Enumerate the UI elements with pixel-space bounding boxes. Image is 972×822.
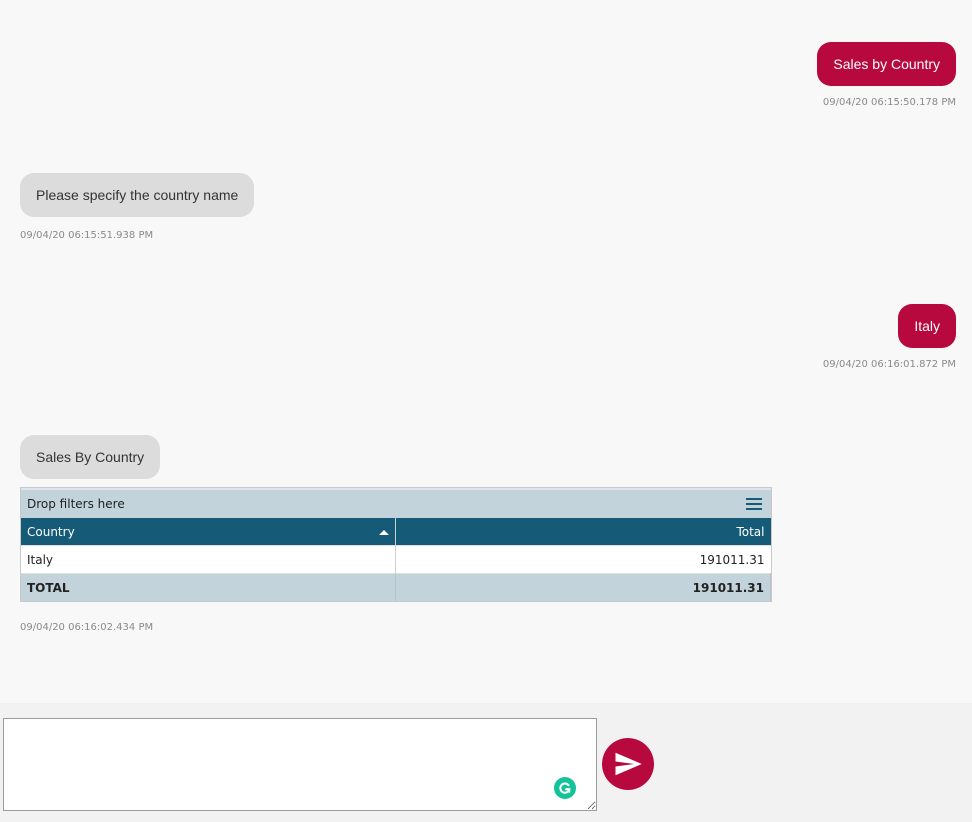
pivot-grid: Drop filters here Country Total Italy 19… — [20, 487, 772, 602]
column-header-total[interactable]: Total — [395, 518, 771, 546]
chat-history: Sales by Country 09/04/20 06:15:50.178 P… — [0, 0, 972, 703]
total-value: 191011.31 — [395, 573, 771, 601]
grammarly-icon[interactable] — [554, 777, 576, 799]
bot-message-bubble: Please specify the country name — [20, 173, 255, 217]
message-timestamp: 09/04/20 06:16:01.872 PM — [822, 359, 956, 370]
user-message-bubble: Sales by Country — [817, 42, 956, 86]
message-timestamp: 09/04/20 06:15:51.938 PM — [20, 230, 154, 241]
send-button[interactable] — [602, 738, 654, 790]
hamburger-menu-icon[interactable] — [746, 498, 762, 510]
message-input[interactable] — [3, 718, 597, 811]
cell-country: Italy — [21, 545, 397, 574]
message-composer — [0, 703, 972, 822]
send-icon — [615, 752, 642, 776]
column-header-label: Total — [736, 524, 765, 539]
total-row: TOTAL 191011.31 — [21, 573, 771, 601]
filters-placeholder: Drop filters here — [27, 497, 125, 511]
user-message-bubble: Italy — [898, 304, 956, 348]
total-label: TOTAL — [21, 573, 397, 601]
cell-total: 191011.31 — [395, 545, 771, 574]
bot-message-bubble: Sales By Country — [20, 435, 161, 479]
pivot-table: Country Total Italy 191011.31 TOTAL 1910… — [21, 518, 771, 601]
column-header-country[interactable]: Country — [21, 518, 397, 546]
message-timestamp: 09/04/20 06:15:50.178 PM — [822, 97, 956, 108]
table-row: Italy 191011.31 — [21, 545, 771, 574]
message-timestamp: 09/04/20 06:16:02.434 PM — [20, 622, 154, 633]
sort-ascending-icon[interactable] — [379, 529, 390, 535]
filters-drop-zone[interactable]: Drop filters here — [21, 488, 771, 518]
column-header-label: Country — [27, 524, 75, 539]
